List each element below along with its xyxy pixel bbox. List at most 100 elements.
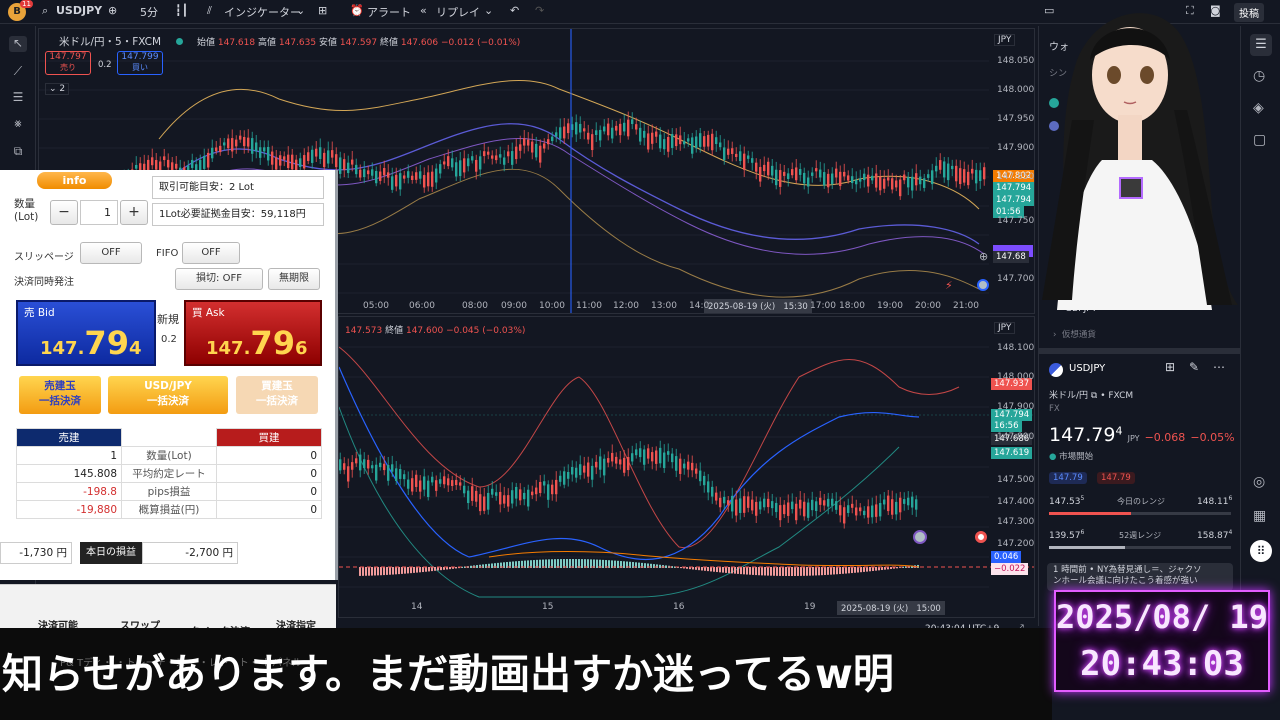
cursor-icon[interactable]: ↖ xyxy=(9,36,27,52)
candle xyxy=(575,467,578,478)
close-all-pair-button[interactable]: USD/JPY 一括決済 xyxy=(108,376,228,414)
indicator-icon[interactable]: ⫽ xyxy=(207,4,212,18)
grid-icon[interactable]: ⊞ xyxy=(1165,360,1175,374)
lightning-icon[interactable]: ⚡ xyxy=(945,279,953,292)
alarm-clock-icon[interactable]: ◷ xyxy=(1253,68,1265,84)
candle xyxy=(679,458,682,474)
candle xyxy=(271,151,274,165)
candle xyxy=(747,155,750,159)
news-card[interactable]: 1 時間前 • NY為替見通し＝、ジャクソ ンホール会議に向けたこう着感が強い xyxy=(1047,563,1233,591)
layout-grid-icon[interactable]: ⊞ xyxy=(318,4,327,17)
layers-icon[interactable]: ◈ xyxy=(1253,100,1264,116)
chart-title[interactable]: 米ドル/円・5・FXCM xyxy=(59,34,161,49)
trend-line-icon[interactable]: ⟋ xyxy=(9,64,27,80)
sell-quote-box[interactable]: 147.797 売り xyxy=(45,51,91,75)
fib-icon[interactable]: ☰ xyxy=(9,90,27,106)
target-icon[interactable]: ◎ xyxy=(1253,474,1265,490)
chevron-down-icon[interactable]: ⌄ xyxy=(296,4,305,17)
stoploss-toggle[interactable]: 損切: OFF xyxy=(175,268,263,290)
candle xyxy=(839,505,842,516)
histogram-bar xyxy=(365,567,367,576)
fifo-toggle[interactable]: OFF xyxy=(182,242,240,264)
candle xyxy=(471,486,474,501)
search-icon[interactable]: ⌕ xyxy=(42,4,48,18)
detail-symbol[interactable]: USDJPY xyxy=(1069,363,1105,374)
record-icon[interactable] xyxy=(975,531,987,543)
candle xyxy=(779,170,782,187)
vtuber-avatar xyxy=(1042,13,1238,310)
close-all-sell-button[interactable]: 売建玉 一括決済 xyxy=(19,376,101,414)
symbol-search[interactable]: USDJPY xyxy=(56,4,102,17)
histogram-bar xyxy=(878,567,880,571)
bid-sell-button[interactable]: 売 Bid 147.794 xyxy=(16,300,156,366)
candle xyxy=(383,463,386,471)
expiry-selector[interactable]: 無期限 xyxy=(268,268,320,290)
redo-icon[interactable]: ↷ xyxy=(535,4,544,17)
add-plus-icon[interactable]: ⊕ xyxy=(979,250,988,263)
qty-minus-button[interactable]: − xyxy=(50,200,78,225)
chart-pane-sub[interactable]: 147.573 終値 147.600 −0.045 (−0.03%) JPY 2… xyxy=(338,316,1035,618)
edit-icon[interactable]: ✎ xyxy=(1189,360,1199,374)
candle xyxy=(851,503,854,508)
histogram-bar xyxy=(404,567,406,574)
sub-crosshair-date: 2025-08-19 (火) xyxy=(841,604,909,614)
add-symbol-icon[interactable]: ⊕ xyxy=(108,4,117,17)
ask-chip[interactable]: 147.79 xyxy=(1097,472,1135,484)
candle xyxy=(911,496,914,508)
candle xyxy=(891,499,894,515)
interval-selector[interactable]: 5分 xyxy=(140,4,158,20)
sub-currency-selector[interactable]: JPY xyxy=(994,322,1016,334)
candle xyxy=(735,499,738,516)
candle-type-icon[interactable]: ┇┃ xyxy=(175,4,188,17)
pattern-icon[interactable]: ⨳ xyxy=(9,116,27,132)
qty-input[interactable]: 1 xyxy=(80,200,118,225)
replay-button[interactable]: リプレイ xyxy=(436,4,480,20)
candle xyxy=(467,158,470,167)
day-low-sup: 5 xyxy=(1080,495,1085,502)
collapse-indicators[interactable]: ⌄ 2 xyxy=(45,83,70,95)
qty-plus-button[interactable]: + xyxy=(120,200,148,225)
histogram-bar xyxy=(395,567,397,575)
virtual-currency-section[interactable]: › 仮想通貨 xyxy=(1053,328,1096,340)
indicators-button[interactable]: インジケーター xyxy=(224,4,301,20)
more-icon[interactable]: ⋯ xyxy=(1213,360,1225,374)
chevron-down-icon[interactable]: ⌄ xyxy=(484,4,493,17)
bid-chip[interactable]: 147.79 xyxy=(1049,472,1087,484)
candle xyxy=(443,476,446,485)
calendar-icon[interactable]: ▦ xyxy=(1253,508,1266,524)
measure-icon[interactable]: ⧉ xyxy=(9,144,27,160)
candle xyxy=(275,157,278,170)
info-button[interactable]: info xyxy=(37,172,112,189)
apps-icon[interactable]: ⠿ xyxy=(1250,540,1272,562)
candle xyxy=(843,171,846,177)
candle xyxy=(703,136,706,147)
undo-icon[interactable]: ↶ xyxy=(510,4,519,17)
close-all-buy-button[interactable]: 買建玉 一括決済 xyxy=(236,376,318,414)
watchlist-icon[interactable]: ☰ xyxy=(1250,34,1272,56)
slippage-toggle[interactable]: OFF xyxy=(80,242,142,264)
candle xyxy=(567,471,570,479)
symbol-flag-icon xyxy=(1049,363,1063,377)
week-range-bar xyxy=(1049,546,1231,549)
pos-row-label: 平均約定レート xyxy=(121,464,217,483)
alarm-icon[interactable]: ⏰ xyxy=(350,4,364,17)
alert-button[interactable]: アラート xyxy=(367,4,411,20)
candle xyxy=(863,510,866,516)
price-change-pct: −0.05% xyxy=(1190,431,1235,444)
candle xyxy=(167,159,170,168)
candle xyxy=(511,490,514,504)
ask-buy-button[interactable]: 買 Ask 147.796 xyxy=(184,300,322,366)
candle xyxy=(315,148,318,157)
yen-unit: 円 xyxy=(222,547,234,559)
histogram-bar xyxy=(533,560,535,568)
candle xyxy=(899,497,902,513)
day-range-label: 今日のレンジ xyxy=(1117,497,1165,506)
time-tick-label: 20:00 xyxy=(915,301,941,311)
buy-quote-box[interactable]: 147.799 買い xyxy=(117,51,163,75)
replay-icon[interactable]: « xyxy=(420,4,427,17)
post-button[interactable]: 投稿 xyxy=(1234,3,1264,22)
candle xyxy=(775,169,778,186)
settle-order-label: 決済同時発注 xyxy=(14,277,74,288)
candle xyxy=(471,156,474,161)
chat-icon[interactable]: ▢ xyxy=(1253,132,1266,148)
